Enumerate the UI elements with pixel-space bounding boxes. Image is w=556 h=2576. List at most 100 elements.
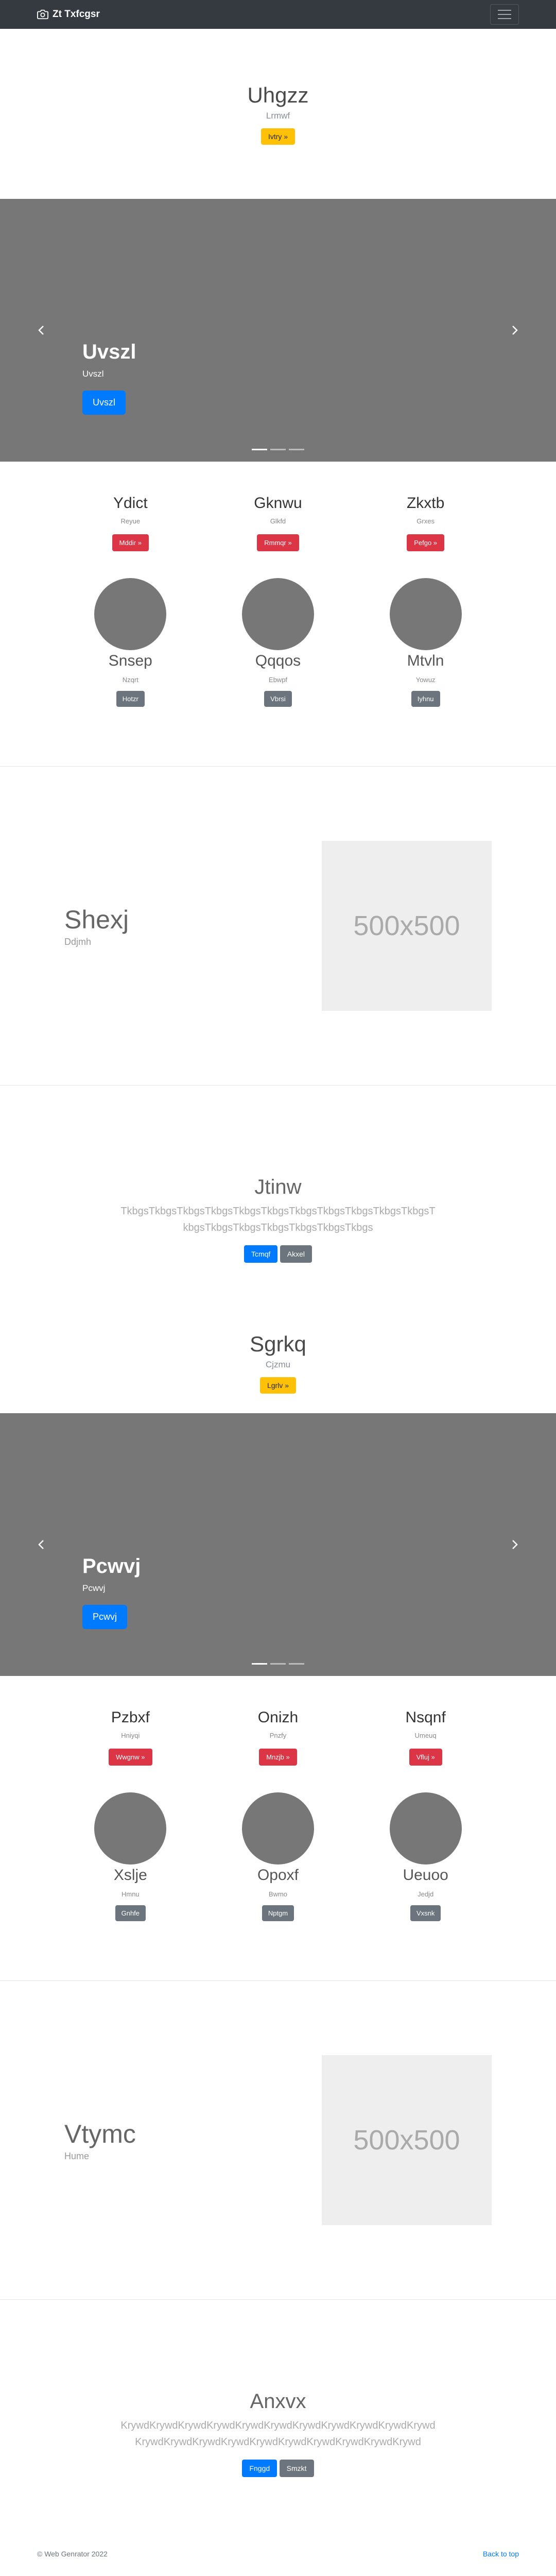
avatar [389, 1792, 462, 1865]
feature-button[interactable]: Vfluj » [409, 1749, 442, 1766]
profile-card: Snsep Nzqrt Hotzr [63, 578, 197, 707]
carousel-indicator[interactable] [270, 1663, 286, 1665]
profile-subtitle: Jedjd [418, 1890, 434, 1898]
profile-name: Ueuoo [403, 1867, 448, 1884]
profile-subtitle: Hmnu [121, 1890, 140, 1898]
featurette-text: Shexj Ddjmh [64, 905, 129, 947]
profile-button[interactable]: Vbrsi [264, 691, 292, 707]
feature-title: Ydict [113, 495, 148, 512]
carousel: Uvszl Uvszl Uvszl [0, 199, 556, 462]
hero-section: Uhgzz Lrmwf Ivtry » [0, 29, 556, 199]
camera-icon [37, 9, 48, 20]
navbar-toggler-button[interactable] [490, 4, 519, 25]
text-primary-button[interactable]: Tcmqf [244, 1245, 278, 1263]
chevron-left-icon [38, 326, 44, 335]
featurette-subtitle: Ddjmh [64, 936, 92, 947]
avatar [389, 578, 462, 650]
placeholder-image: 500x500 [322, 841, 492, 1011]
text-section: Jtinw TkbgsTkbgsTkbgsTkbgsTkbgsTkbgsTkbg… [0, 1086, 556, 1298]
carousel-caption: Uvszl Uvszl Uvszl [82, 341, 136, 415]
carousel-indicators [0, 1663, 556, 1665]
carousel-prev-button[interactable] [36, 325, 46, 335]
profile-button[interactable]: Hotzr [116, 691, 145, 707]
avatar [94, 578, 167, 650]
carousel-subtitle: Pcwvj [82, 1583, 106, 1593]
hero-button[interactable]: Ivtry » [260, 128, 296, 145]
feature-title: Zkxtb [406, 495, 445, 512]
profile-name: Xslje [113, 1867, 147, 1884]
profile-name: Snsep [108, 652, 152, 669]
carousel-indicators [0, 449, 556, 450]
feature-button[interactable]: Mnzjb » [259, 1749, 297, 1766]
text-primary-button[interactable]: Fnggd [242, 2460, 277, 2477]
back-to-top-link[interactable]: Back to top [483, 2550, 519, 2558]
featurette-section: Shexj Ddjmh 500x500 [0, 766, 556, 1086]
carousel-button[interactable]: Uvszl [82, 391, 126, 415]
profile-subtitle: Yowuz [415, 676, 436, 684]
profile-button[interactable]: Gnhfe [115, 1905, 146, 1921]
text-title: Jtinw [254, 1176, 302, 1198]
carousel: Pcwvj Pcwvj Pcwvj [0, 1413, 556, 1676]
featurette-title: Vtymc [64, 2119, 136, 2148]
profiles-row: Xslje Hmnu Gnhfe Opoxf Bwmo Nptgm Ueuoo … [0, 1766, 556, 1921]
carousel-indicator[interactable] [270, 449, 286, 450]
feature-title: Nsqnf [405, 1709, 446, 1726]
carousel-next-button[interactable] [510, 1539, 520, 1550]
feature-card: Zkxtb Grxes Pefgo » [359, 495, 493, 551]
carousel-next-button[interactable] [510, 325, 520, 335]
carousel-indicator[interactable] [289, 1663, 304, 1665]
navbar: Zt Txfcgsr [0, 0, 556, 29]
text-section: Anxvx KrywdKrywdKrywdKrywdKrywdKrywdKryw… [0, 2300, 556, 2542]
features-row: Pzbxf Hniyqi Wwgnw » Onizh Pnzfy Mnzjb »… [0, 1676, 556, 1766]
text-title: Anxvx [250, 2390, 306, 2413]
carousel-indicator[interactable] [252, 1663, 267, 1665]
carousel-button[interactable]: Pcwvj [82, 1605, 128, 1629]
carousel-prev-button[interactable] [36, 1539, 46, 1550]
chevron-right-icon [512, 326, 518, 335]
avatar [241, 1792, 314, 1865]
feature-title: Pzbxf [111, 1709, 150, 1726]
carousel-subtitle: Uvszl [82, 369, 104, 379]
profile-name: Qqqos [255, 652, 301, 669]
profile-button[interactable]: Nptgm [262, 1905, 294, 1921]
navbar-brand[interactable]: Zt Txfcgsr [37, 9, 100, 20]
feature-subtitle: Pnzfy [269, 1732, 287, 1739]
carousel-title: Uvszl [82, 341, 136, 363]
chevron-right-icon [512, 1540, 518, 1549]
profile-name: Opoxf [257, 1867, 299, 1884]
hero-button[interactable]: Lgrlv » [259, 1377, 297, 1394]
hero-subtitle: Lrmwf [266, 111, 290, 121]
hero-section: Sgrkq Cjzmu Lgrlv » [0, 1298, 556, 1413]
carousel-title: Pcwvj [82, 1555, 141, 1578]
feature-title: Onizh [257, 1709, 299, 1726]
chevron-left-icon [38, 1540, 44, 1549]
text-secondary-button[interactable]: Akxel [280, 1245, 312, 1263]
profile-subtitle: Nzqrt [122, 676, 138, 684]
hero-title: Sgrkq [250, 1332, 306, 1356]
feature-button[interactable]: Rmmqr » [257, 534, 299, 551]
feature-card: Nsqnf Umeuq Vfluj » [359, 1709, 493, 1766]
feature-subtitle: Umeuq [414, 1732, 437, 1739]
footer-copyright: © Web Genrator 2022 [37, 2550, 108, 2558]
featurette-subtitle: Hume [64, 2150, 90, 2161]
profile-button[interactable]: Iyhnu [411, 691, 440, 707]
feature-subtitle: Reyue [120, 517, 141, 525]
feature-button[interactable]: Pefgo » [407, 534, 445, 551]
hero-title: Uhgzz [247, 83, 309, 107]
feature-button[interactable]: Wwgnw » [109, 1749, 152, 1766]
feature-card: Gknwu Glkfd Rmmqr » [211, 495, 345, 551]
featurette-text: Vtymc Hume [64, 2119, 136, 2162]
carousel-indicator[interactable] [289, 449, 304, 450]
feature-button[interactable]: Mddir » [112, 534, 149, 551]
text-secondary-button[interactable]: Smzkt [279, 2460, 314, 2477]
profile-button[interactable]: Vxsnk [410, 1905, 441, 1921]
profile-subtitle: Bwmo [268, 1890, 288, 1898]
featurette-title: Shexj [64, 905, 129, 934]
features-row: Ydict Reyue Mddir » Gknwu Glkfd Rmmqr » … [0, 462, 556, 551]
avatar [94, 1792, 167, 1865]
carousel-caption: Pcwvj Pcwvj Pcwvj [82, 1555, 141, 1629]
placeholder-image: 500x500 [322, 2055, 492, 2225]
profile-card: Xslje Hmnu Gnhfe [63, 1792, 197, 1921]
carousel-indicator[interactable] [252, 449, 267, 450]
feature-subtitle: Hniyqi [121, 1732, 140, 1739]
